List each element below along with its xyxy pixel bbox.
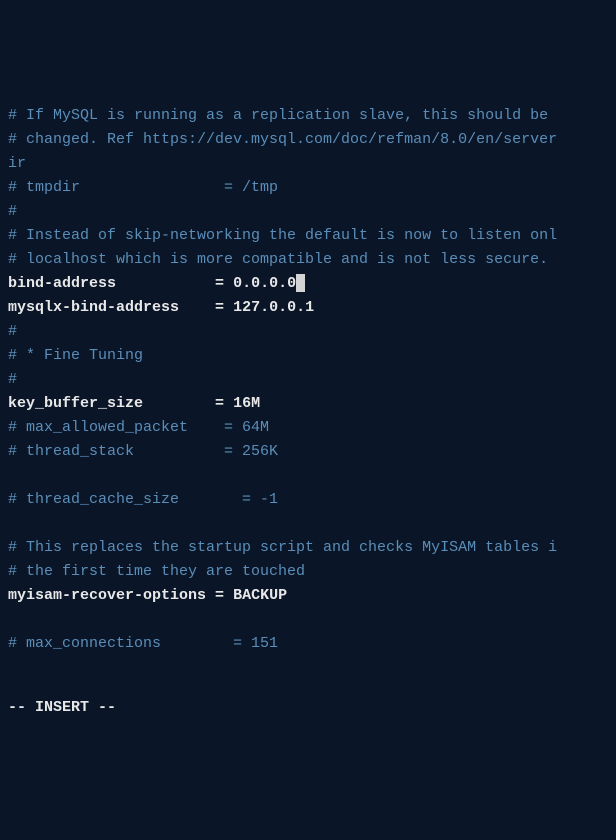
comment-text: # (8, 203, 17, 220)
editor-line: myisam-recover-options = BACKUP (8, 584, 608, 608)
config-value: 0.0.0.0 (233, 275, 296, 292)
editor-line: mysqlx-bind-address = 127.0.0.1 (8, 296, 608, 320)
editor-line: # (8, 368, 608, 392)
comment-text: # * Fine Tuning (8, 347, 143, 364)
editor-line: bind-address = 0.0.0.0 (8, 272, 608, 296)
editor-line: key_buffer_size = 16M (8, 392, 608, 416)
comment-text: # If MySQL is running as a replication s… (8, 107, 557, 124)
config-separator: = (215, 395, 233, 412)
comment-text: # thread_cache_size = -1 (8, 491, 278, 508)
editor-line (8, 608, 608, 632)
config-value: 16M (233, 395, 260, 412)
config-value: BACKUP (233, 587, 287, 604)
comment-text: # thread_stack = 256K (8, 443, 278, 460)
editor-line: # Instead of skip-networking the default… (8, 224, 608, 248)
comment-text: # localhost which is more compatible and… (8, 251, 548, 268)
config-key: key_buffer_size (8, 395, 215, 412)
editor-line: # localhost which is more compatible and… (8, 248, 608, 272)
editor-line: # max_allowed_packet = 64M (8, 416, 608, 440)
editor-line: # (8, 320, 608, 344)
config-separator: = (215, 299, 233, 316)
config-key: bind-address (8, 275, 215, 292)
comment-text: # the first time they are touched (8, 563, 305, 580)
editor-line: # * Fine Tuning (8, 344, 608, 368)
editor-line (8, 512, 608, 536)
comment-text: # max_allowed_packet = 64M (8, 419, 269, 436)
editor-line: # the first time they are touched (8, 560, 608, 584)
comment-text: ir (8, 155, 26, 172)
comment-text: # Instead of skip-networking the default… (8, 227, 557, 244)
editor-line: # changed. Ref https://dev.mysql.com/doc… (8, 128, 608, 152)
config-key: mysqlx-bind-address (8, 299, 215, 316)
editor-line: # thread_cache_size = -1 (8, 488, 608, 512)
comment-text: # (8, 323, 17, 340)
comment-text: # changed. Ref https://dev.mysql.com/doc… (8, 131, 557, 148)
config-value: 127.0.0.1 (233, 299, 314, 316)
comment-text: # max_connections = 151 (8, 635, 278, 652)
comment-text: # This replaces the startup script and c… (8, 539, 557, 556)
comment-text: # (8, 371, 17, 388)
editor-line: # thread_stack = 256K (8, 440, 608, 464)
text-cursor (296, 274, 305, 292)
vim-status-line: -- INSERT -- (8, 696, 608, 720)
editor-line: # max_connections = 151 (8, 632, 608, 656)
editor-line: # If MySQL is running as a replication s… (8, 104, 608, 128)
editor-line: # tmpdir = /tmp (8, 176, 608, 200)
terminal-editor[interactable]: # If MySQL is running as a replication s… (8, 104, 608, 656)
editor-line (8, 464, 608, 488)
editor-line: # (8, 200, 608, 224)
config-key: myisam-recover-options (8, 587, 215, 604)
editor-line: ir (8, 152, 608, 176)
config-separator: = (215, 587, 233, 604)
editor-line: # This replaces the startup script and c… (8, 536, 608, 560)
config-separator: = (215, 275, 233, 292)
comment-text: # tmpdir = /tmp (8, 179, 278, 196)
